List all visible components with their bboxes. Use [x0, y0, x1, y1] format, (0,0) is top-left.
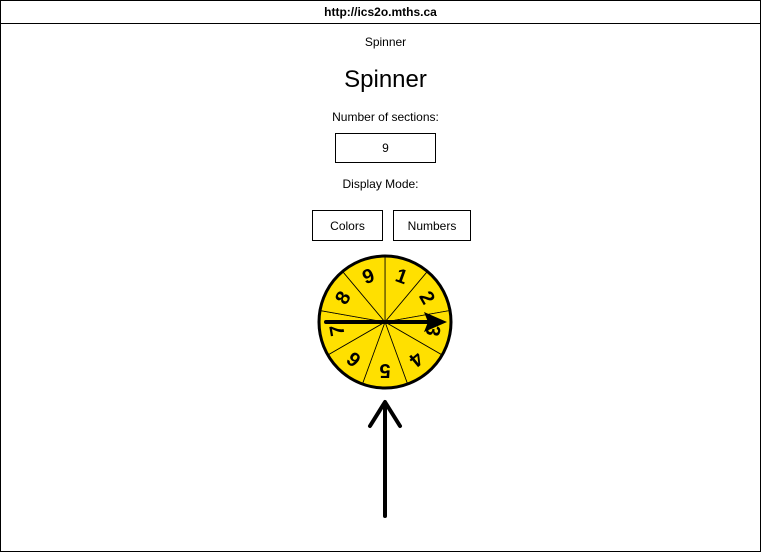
spinner-wheel[interactable]: 123456789 [310, 248, 460, 398]
numbers-button[interactable]: Numbers [393, 210, 471, 241]
document-title: Spinner [364, 35, 407, 49]
display-mode-label: Display Mode: [342, 177, 419, 191]
pointer [368, 400, 402, 518]
url-text: http://ics2o.mths.ca [324, 5, 437, 19]
colors-button[interactable]: Colors [312, 210, 383, 241]
sections-label: Number of sections: [332, 110, 439, 124]
url-bar[interactable]: http://ics2o.mths.ca [1, 1, 760, 24]
sections-input[interactable] [335, 133, 436, 163]
spinner-section-label: 5 [379, 359, 390, 381]
page-title: Spinner [344, 66, 427, 93]
